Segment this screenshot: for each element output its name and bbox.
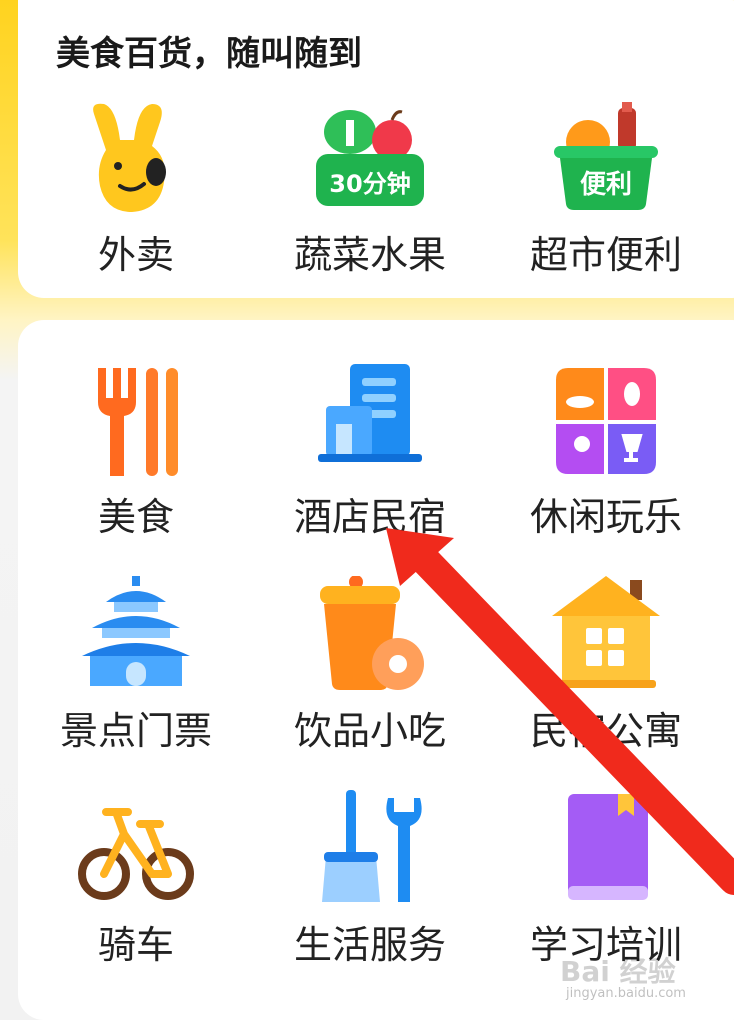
service-label: 蔬菜水果 bbox=[293, 233, 446, 277]
category-label: 民宿公寓 bbox=[529, 709, 682, 753]
category-label: 景点门票 bbox=[59, 709, 212, 753]
house-icon bbox=[546, 576, 666, 696]
category-apartment[interactable]: 民宿公寓 bbox=[486, 576, 726, 776]
categories-card: 美食 酒店民宿 休闲玩乐 景点门票 饮品小吃 民宿公寓 骑车 生活服务 学习培训 bbox=[18, 320, 734, 1020]
badge-convenience: 便利 bbox=[579, 170, 632, 200]
service-vegetables[interactable]: 30分钟 蔬菜水果 bbox=[250, 100, 490, 300]
category-label: 休闲玩乐 bbox=[529, 495, 682, 539]
category-label: 酒店民宿 bbox=[293, 495, 446, 539]
service-label: 外卖 bbox=[97, 233, 174, 277]
watermark-url: jingyan.baidu.com bbox=[566, 986, 686, 1001]
category-hotel[interactable]: 酒店民宿 bbox=[250, 362, 490, 562]
quick-services-card: 美食百货，随叫随到 外卖 30分钟 蔬菜水果 便利 超市便利 bbox=[18, 0, 734, 298]
drink-donut-icon bbox=[310, 576, 430, 696]
category-life-service[interactable]: 生活服务 bbox=[250, 790, 490, 990]
kangaroo-icon bbox=[76, 100, 196, 220]
category-label: 饮品小吃 bbox=[293, 709, 446, 753]
category-drinks[interactable]: 饮品小吃 bbox=[250, 576, 490, 776]
grocery-basket-icon: 便利 bbox=[546, 100, 666, 220]
service-waimai[interactable]: 外卖 bbox=[16, 100, 256, 300]
section-title: 美食百货，随叫随到 bbox=[56, 34, 362, 74]
bicycle-icon bbox=[76, 790, 196, 910]
category-label: 生活服务 bbox=[293, 923, 446, 967]
category-leisure[interactable]: 休闲玩乐 bbox=[486, 362, 726, 562]
temple-icon bbox=[76, 576, 196, 696]
watermark-logo: Bai 经验 bbox=[560, 955, 676, 988]
book-icon bbox=[546, 790, 666, 910]
badge-30min: 30分钟 bbox=[329, 170, 411, 198]
hotel-building-icon bbox=[310, 362, 430, 482]
fork-chopsticks-icon bbox=[76, 362, 196, 482]
category-label: 骑车 bbox=[97, 923, 174, 967]
service-supermarket[interactable]: 便利 超市便利 bbox=[486, 100, 726, 300]
category-food[interactable]: 美食 bbox=[16, 362, 256, 562]
category-tickets[interactable]: 景点门票 bbox=[16, 576, 256, 776]
category-bike[interactable]: 骑车 bbox=[16, 790, 256, 990]
vegetable-basket-icon: 30分钟 bbox=[310, 100, 430, 220]
category-label: 美食 bbox=[97, 495, 174, 539]
service-label: 超市便利 bbox=[529, 233, 682, 277]
broom-wrench-icon bbox=[310, 790, 430, 910]
leisure-grid-icon bbox=[546, 362, 666, 482]
